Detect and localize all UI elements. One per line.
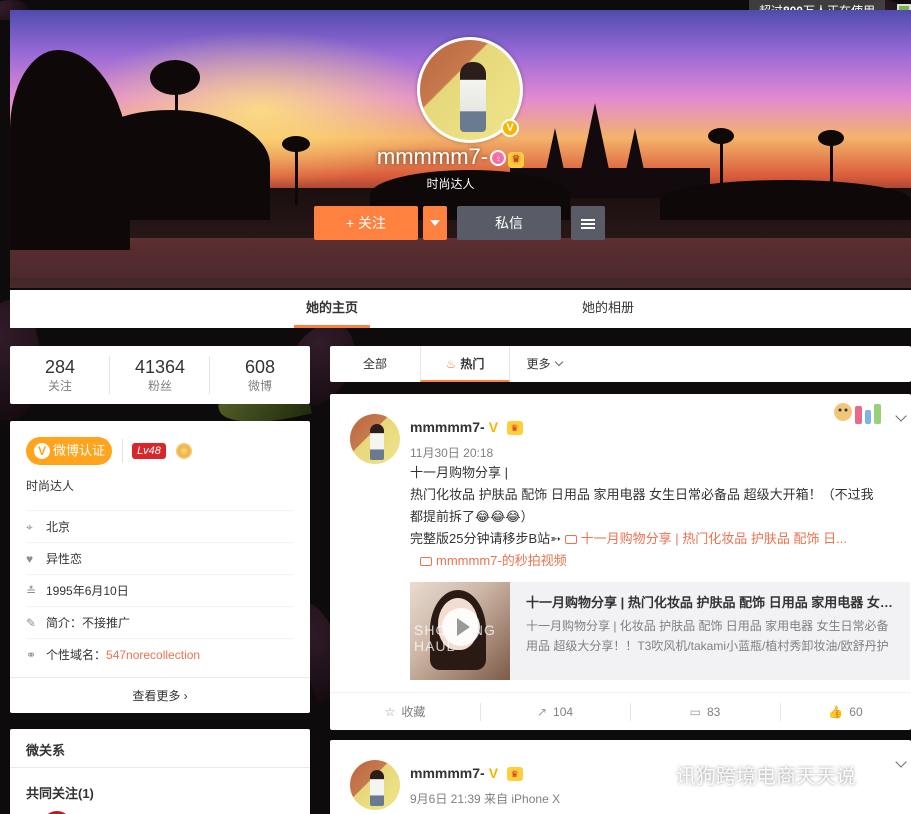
- follow-dropdown-button[interactable]: [423, 206, 447, 240]
- post-actions: ☆ 收藏 ↗ 104 ▭ 83 👍 60: [330, 692, 911, 730]
- tab-her-home[interactable]: 她的主页: [294, 290, 370, 328]
- post-options-chevron[interactable]: [895, 410, 907, 422]
- favorite-button[interactable]: ☆ 收藏: [330, 693, 480, 731]
- vip-crown-icon: ♛: [506, 421, 523, 435]
- miaopai-video-link[interactable]: mmmmm7-的秒拍视频: [420, 553, 567, 568]
- vip-crown-icon: ♛: [508, 152, 525, 168]
- repost-button[interactable]: ↗ 104: [480, 693, 630, 731]
- feed-tab-hot[interactable]: ♨ 热门: [420, 346, 510, 382]
- feed-filter-tabs: 全部 ♨ 热门 更多: [330, 346, 911, 382]
- weibo-verified-badge[interactable]: V 微博认证: [26, 437, 112, 465]
- message-button[interactable]: 私信: [457, 206, 561, 240]
- stats-card: 284 关注 41364 粉丝 608 微博: [10, 346, 310, 404]
- post-time[interactable]: 11月30日 20:18: [410, 444, 493, 461]
- plus-icon: +: [345, 215, 355, 231]
- profile-info-card: V 微博认证 Lv48 时尚达人 ⌖ 北京 ♥ 异性恋 ≛ 1995年6月10日 ✎ 简介…: [10, 421, 310, 713]
- profile-tab-bar: 她的主页 她的相册: [10, 290, 911, 328]
- tab-her-album[interactable]: 她的相册: [570, 290, 646, 328]
- caret-down-icon: [430, 220, 440, 226]
- medal-icon[interactable]: [176, 443, 192, 459]
- info-location: ⌖ 北京: [26, 510, 294, 542]
- edit-icon: ✎: [26, 616, 37, 630]
- comment-icon: ▭: [689, 705, 701, 719]
- feed-tab-more[interactable]: 更多: [516, 346, 572, 382]
- post-author[interactable]: mmmmm7- V ♛: [410, 765, 523, 781]
- level-badge[interactable]: Lv48: [132, 443, 166, 459]
- common-follow-link[interactable]: 共同关注(1): [26, 783, 94, 802]
- relation-card: 微关系 共同关注(1): [10, 729, 310, 814]
- heart-icon: ♥: [26, 552, 34, 566]
- stat-followers[interactable]: 41364 粉丝: [110, 356, 210, 394]
- stat-following[interactable]: 284 关注: [10, 356, 110, 394]
- comment-button[interactable]: ▭ 83: [630, 693, 780, 731]
- feed-tab-all[interactable]: 全部: [330, 346, 420, 382]
- menu-icon: [581, 219, 595, 229]
- vip-crown-icon: ♛: [506, 767, 523, 781]
- verified-v-icon: V: [34, 443, 50, 459]
- verified-v-icon: V: [488, 419, 499, 435]
- star-icon: ☆: [384, 705, 396, 719]
- post-author-avatar[interactable]: [350, 760, 400, 810]
- post-author-avatar[interactable]: [350, 414, 400, 464]
- bilibili-video-link[interactable]: 十一月购物分享 | 热门化妆品 护肤品 配饰 日...: [564, 531, 847, 546]
- location-pin-icon: ⌖: [26, 520, 33, 534]
- chevron-down-icon: [554, 357, 563, 367]
- video-title[interactable]: 十一月购物分享 | 热门化妆品 护肤品 配饰 日用品 家用电器 女生日常必备品: [526, 592, 898, 611]
- thumbs-up-icon: 👍: [828, 705, 844, 719]
- stat-posts[interactable]: 608 微博: [210, 356, 310, 394]
- follow-button[interactable]: + 关注: [314, 206, 418, 240]
- verified-v-icon: V: [501, 119, 519, 137]
- like-button[interactable]: 👍 60: [780, 693, 911, 731]
- post-body: 十一月购物分享 | 热门化妆品 护肤品 配饰 日用品 家用电器 女生日常必备品 …: [410, 465, 874, 568]
- video-thumbnail[interactable]: SHOPPING HAUL: [410, 582, 510, 680]
- info-intro: ✎ 简介：不接推广: [26, 606, 294, 638]
- flame-icon: ♨: [445, 357, 457, 371]
- more-menu-button[interactable]: [571, 206, 605, 240]
- profile-name: mmmmm7- ♀ ♛: [0, 144, 901, 170]
- link-icon: ⚭: [26, 648, 37, 662]
- chevron-right-icon: ›: [183, 689, 188, 703]
- post-options-chevron[interactable]: [895, 756, 907, 768]
- share-icon: ↗: [536, 705, 548, 719]
- video-link-icon: [420, 557, 432, 566]
- info-relationship: ♥ 异性恋: [26, 542, 294, 574]
- post-time[interactable]: 9月6日 21:39 来自 iPhone X: [410, 790, 560, 807]
- wechat-watermark: 讯狗跨境电商天天说: [640, 760, 856, 789]
- video-link-icon: [564, 535, 577, 544]
- play-icon[interactable]: [442, 608, 480, 646]
- video-card[interactable]: SHOPPING HAUL 十一月购物分享 | 热门化妆品 护肤品 配饰 日用品…: [410, 582, 910, 680]
- wechat-icon: [640, 764, 670, 788]
- sticker-decoration-icon: [834, 403, 881, 424]
- female-icon: ♀: [490, 150, 507, 166]
- cake-icon: ≛: [26, 584, 37, 598]
- domain-link[interactable]: 547norecollection: [106, 648, 200, 662]
- feed-post: mmmmm7- V ♛ 11月30日 20:18 十一月购物分享 | 热门化妆品 护…: [330, 394, 911, 730]
- profile-tagline: 时尚达人: [26, 479, 75, 493]
- profile-avatar[interactable]: V: [417, 37, 523, 143]
- profile-description: 时尚达人: [426, 177, 475, 191]
- post-author[interactable]: mmmmm7- V ♛: [410, 419, 523, 435]
- info-domain: ⚭ 个性域名：547norecollection: [26, 638, 294, 670]
- relation-title: 微关系: [26, 743, 66, 758]
- info-birthday: ≛ 1995年6月10日: [26, 574, 294, 606]
- verified-v-icon: V: [488, 765, 499, 781]
- video-description: 十一月购物分享 | 化妆品 护肤品 配饰 日用品 家用电器 女生日常必备用品 超…: [526, 619, 889, 653]
- see-more-link[interactable]: 查看更多 ›: [10, 677, 310, 713]
